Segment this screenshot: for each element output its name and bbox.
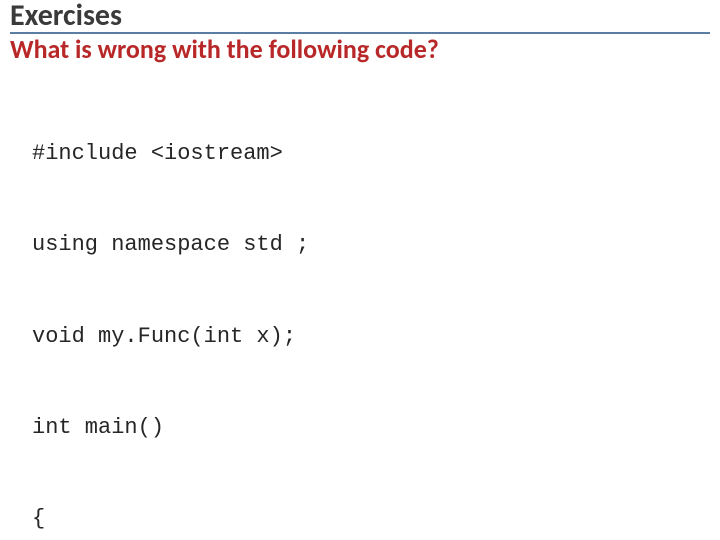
code-block: #include <iostream> using namespace std … — [32, 79, 692, 540]
code-line: using namespace std ; — [32, 230, 692, 260]
slide: Exercises What is wrong with the followi… — [0, 0, 720, 540]
slide-header: Exercises What is wrong with the followi… — [0, 0, 720, 65]
code-line: #include <iostream> — [32, 139, 692, 169]
code-line: int main() — [32, 413, 692, 443]
slide-subtitle: What is wrong with the following code? — [10, 34, 710, 65]
slide-title: Exercises — [10, 0, 710, 34]
code-line: { — [32, 504, 692, 534]
code-line: void my.Func(int x); — [32, 322, 692, 352]
